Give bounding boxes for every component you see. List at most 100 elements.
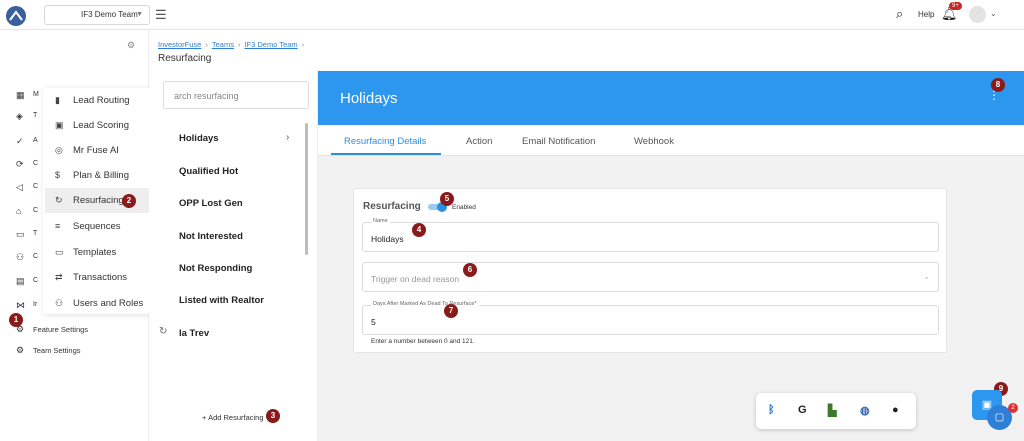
rail-item-label[interactable]: Ir: [33, 301, 37, 308]
annotation-badge: 8: [991, 78, 1005, 92]
rail-item-label[interactable]: C: [33, 160, 38, 167]
bar-chart-icon: ▮: [55, 95, 60, 105]
submenu-item-sequences[interactable]: ≡ Sequences: [45, 214, 165, 239]
submenu-item-lead-scoring[interactable]: ▣ Lead Scoring: [45, 113, 165, 138]
breadcrumb-link[interactable]: InvestorFuse: [158, 40, 201, 49]
search-icon[interactable]: ⌕: [896, 6, 903, 22]
people-icon[interactable]: ⚇: [16, 252, 24, 263]
page-title: Resurfacing: [158, 53, 212, 64]
trigger-placeholder: Trigger on dead reason: [371, 274, 460, 284]
team-select[interactable]: IF3 Demo Team ▼: [44, 5, 150, 25]
system-tray-dock: ᛒ G ▙ ◍ ●: [756, 393, 916, 429]
list-item[interactable]: la Trev: [179, 328, 209, 339]
submenu-item-label: Mr Fuse AI: [73, 145, 119, 156]
tab-resurfacing-details[interactable]: Resurfacing Details: [344, 136, 426, 147]
submenu-item-label: Sequences: [73, 221, 121, 232]
team-settings-icon[interactable]: ⚙: [16, 345, 24, 356]
list-item[interactable]: Listed with Realtor: [179, 295, 264, 306]
detail-header: Holidays ⋮: [318, 71, 1024, 125]
rail-item-label[interactable]: A: [33, 137, 38, 144]
rail-item-label[interactable]: C: [33, 277, 38, 284]
tab-bar: Resurfacing Details Action Email Notific…: [318, 125, 1024, 156]
sync-icon[interactable]: ⟳: [16, 159, 24, 170]
chat-badge: 2: [1008, 403, 1018, 413]
rail-item-label[interactable]: C: [33, 183, 38, 190]
submenu-item-label: Resurfacing: [73, 195, 124, 206]
name-field[interactable]: Name Holidays: [362, 218, 939, 252]
check-circle-icon[interactable]: ✓: [16, 136, 24, 147]
enabled-label: Enabled: [452, 204, 476, 211]
top-bar: IF3 Demo Team ▼ ☰ ⌕ Help 🔔︎ 9+ ⌄: [0, 0, 1024, 30]
rail-item-label[interactable]: T: [33, 230, 37, 237]
submenu-item-transactions[interactable]: ⇄ Transactions: [45, 265, 165, 290]
rail-item-label[interactable]: M: [33, 91, 39, 98]
list-item[interactable]: Not Interested: [179, 231, 243, 242]
vpn-icon[interactable]: ◍: [860, 404, 870, 417]
sequence-icon: ≡: [55, 221, 61, 231]
chevron-down-icon[interactable]: ⌄: [990, 9, 997, 18]
tab-webhook[interactable]: Webhook: [634, 136, 674, 147]
grid-icon[interactable]: ▦: [16, 90, 25, 101]
megaphone-icon[interactable]: ◁: [16, 182, 23, 193]
submenu-item-label: Lead Routing: [73, 95, 130, 106]
money-icon[interactable]: ▭: [16, 229, 25, 240]
chevron-right-icon[interactable]: ›: [286, 132, 289, 143]
list-item[interactable]: Holidays: [179, 133, 219, 144]
card-title: Resurfacing: [363, 201, 421, 212]
submenu-item-users-roles[interactable]: ⚇ Users and Roles: [45, 291, 165, 316]
team-settings-link[interactable]: Team Settings: [33, 346, 81, 355]
submenu-item-templates[interactable]: ▭ Templates: [45, 240, 165, 265]
breadcrumb-separator-icon: ›: [237, 40, 241, 49]
breadcrumb: InvestorFuse › Teams › IF3 Demo Team ›: [158, 40, 308, 49]
rail-item-label[interactable]: C: [33, 207, 38, 214]
submenu-item-plan-billing[interactable]: $ Plan & Billing: [45, 163, 165, 188]
active-tab-indicator: [331, 153, 441, 155]
refresh-icon: ↻: [55, 195, 63, 205]
submenu-item-label: Users and Roles: [73, 298, 144, 309]
app2-icon[interactable]: ●: [892, 404, 899, 416]
add-resurfacing-button[interactable]: + Add Resurfacing: [202, 413, 264, 422]
breadcrumb-link[interactable]: Teams: [212, 40, 234, 49]
grammarly-icon[interactable]: G: [798, 404, 807, 416]
search-resurfacing-input[interactable]: arch resurfacing: [163, 81, 309, 109]
avatar[interactable]: [969, 6, 986, 23]
trigger-dead-reason-select[interactable]: Trigger on dead reason ⌄: [362, 262, 939, 292]
breadcrumb-link[interactable]: IF3 Demo Team: [244, 40, 297, 49]
dollar-icon: $: [55, 170, 61, 180]
bluetooth-icon[interactable]: ᛒ: [768, 404, 775, 416]
annotation-badge: 5: [440, 192, 454, 206]
rail-item-label[interactable]: C: [33, 253, 38, 260]
notifications-badge: 9+: [949, 2, 962, 10]
annotation-badge: 2: [122, 194, 136, 208]
add-resurfacing-label: Add Resurfacing: [208, 413, 264, 422]
team-select-label: IF3 Demo Team: [81, 10, 138, 19]
detail-title: Holidays: [340, 90, 398, 107]
menu-icon[interactable]: ☰: [155, 7, 167, 23]
submenu-item-resurfacing[interactable]: ↻ Resurfacing: [45, 188, 165, 213]
list-item[interactable]: Not Responding: [179, 263, 252, 274]
layers-icon[interactable]: ◈: [16, 111, 23, 122]
resurfacing-details-card: Resurfacing Enabled Name Holidays Trigge…: [353, 188, 947, 353]
refresh-icon[interactable]: ↻: [159, 326, 167, 337]
resurfacing-list-pane: arch resurfacing Holidays › Qualified Ho…: [149, 71, 318, 441]
share-icon[interactable]: ⋈: [16, 300, 25, 311]
feature-settings-link[interactable]: Feature Settings: [33, 325, 88, 334]
home-icon[interactable]: ⌂: [16, 206, 21, 216]
submenu-item-label: Templates: [73, 247, 117, 258]
submenu-item-label: Transactions: [73, 272, 128, 283]
app-logo-icon[interactable]: [6, 6, 26, 26]
submenu-item-mr-fuse-ai[interactable]: ◎ Mr Fuse AI: [45, 138, 165, 163]
breadcrumb-separator-icon: ›: [301, 40, 305, 49]
settings-cog-icon[interactable]: ⚙: [127, 40, 135, 51]
rail-item-label[interactable]: T: [33, 112, 37, 119]
tab-email-notification[interactable]: Email Notification: [522, 136, 595, 147]
app-icon[interactable]: ▙: [828, 404, 836, 417]
users-icon: ⚇: [55, 298, 64, 308]
help-link[interactable]: Help: [918, 10, 934, 19]
list-scrollbar[interactable]: [305, 123, 308, 255]
tab-action[interactable]: Action: [466, 136, 492, 147]
calendar-icon[interactable]: ▤: [16, 276, 25, 287]
list-item[interactable]: Qualified Hot: [179, 166, 238, 177]
list-item[interactable]: OPP Lost Gen: [179, 198, 243, 209]
submenu-item-lead-routing[interactable]: ▮ Lead Routing: [45, 88, 165, 113]
